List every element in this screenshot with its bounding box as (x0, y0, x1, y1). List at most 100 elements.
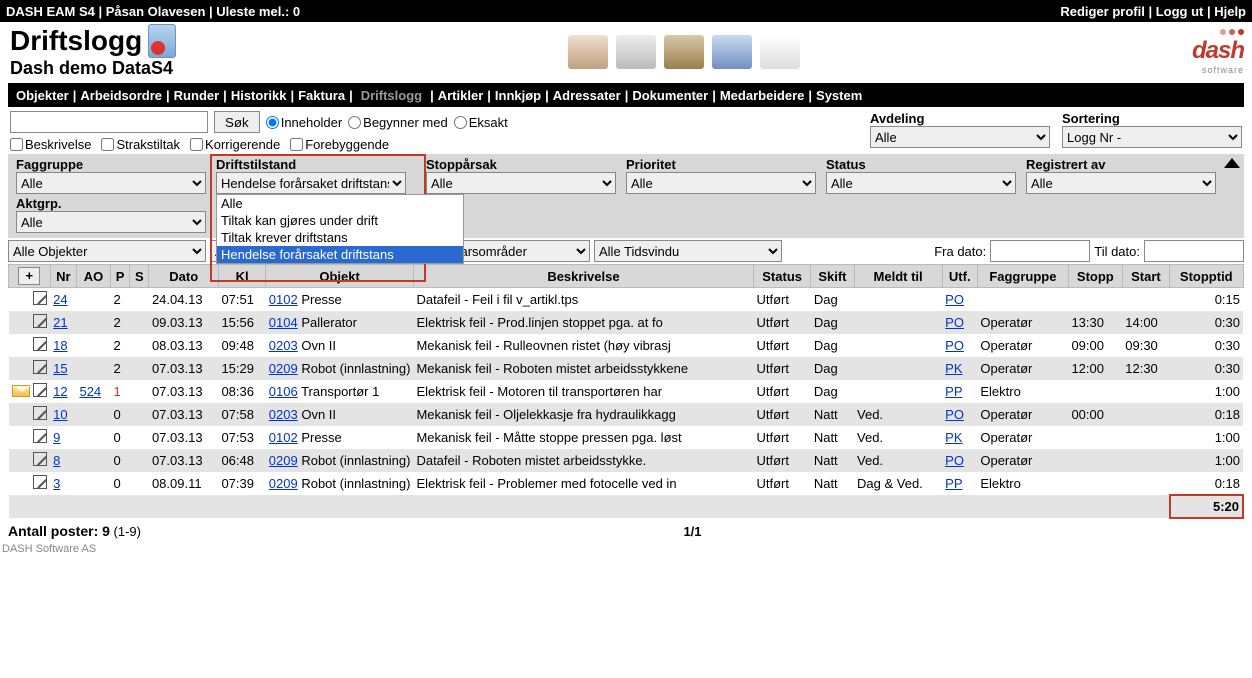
nav-arbeidsordre[interactable]: Arbeidsordre (80, 88, 162, 103)
edit-icon[interactable] (33, 475, 47, 489)
table-row[interactable]: 21209.03.1315:560104 PalleratorElektrisk… (9, 311, 1244, 334)
chk-korrigerende[interactable]: Korrigerende (190, 137, 280, 152)
th-skift[interactable]: Skift (811, 265, 854, 288)
th-beskrivelse[interactable]: Beskrivelse (413, 265, 753, 288)
tools-icon[interactable] (616, 35, 656, 69)
th-stopptid[interactable]: Stopptid (1170, 265, 1243, 288)
ao-link[interactable]: 524 (79, 384, 101, 399)
utf-link[interactable]: PO (945, 453, 964, 468)
money-icon[interactable] (712, 35, 752, 69)
status-select[interactable]: Alle (826, 172, 1016, 194)
th-start[interactable]: Start (1122, 265, 1169, 288)
fradato-input[interactable] (990, 240, 1090, 262)
th-nr[interactable]: Nr (50, 265, 76, 288)
nav-objekter[interactable]: Objekter (16, 88, 69, 103)
search-opt-begynner[interactable]: Begynner med (348, 115, 448, 130)
objekt-code-link[interactable]: 0209 (269, 361, 298, 376)
utf-link[interactable]: PK (945, 361, 962, 376)
tidsvindu-select[interactable]: Alle Tidsvindu (594, 240, 782, 262)
th-dato[interactable]: Dato (149, 265, 219, 288)
edit-icon[interactable] (33, 337, 47, 351)
nr-link[interactable]: 12 (53, 384, 67, 399)
objekt-code-link[interactable]: 0209 (269, 476, 298, 491)
objekt-code-link[interactable]: 0106 (269, 384, 298, 399)
avdeling-select[interactable]: Alle (870, 126, 1050, 148)
sortering-select[interactable]: Logg Nr - (1062, 126, 1242, 148)
objekt-code-link[interactable]: 0203 (269, 338, 298, 353)
nr-link[interactable]: 21 (53, 315, 67, 330)
nav-historikk[interactable]: Historikk (231, 88, 287, 103)
drift-opt-forarsaket-stans[interactable]: Hendelse forårsaket driftstans (217, 246, 463, 263)
th-kl[interactable]: Kl (218, 265, 265, 288)
th-meldt[interactable]: Meldt til (854, 265, 942, 288)
table-row[interactable]: 10007.03.1307:580203 Ovn IIMekanisk feil… (9, 403, 1244, 426)
nav-innkjop[interactable]: Innkjøp (495, 88, 541, 103)
th-faggruppe[interactable]: Faggruppe (977, 265, 1068, 288)
prioritet-select[interactable]: Alle (626, 172, 816, 194)
table-row[interactable]: 3008.09.1107:390209 Robot (innlastning)E… (9, 472, 1244, 495)
th-status[interactable]: Status (753, 265, 810, 288)
edit-icon[interactable] (33, 314, 47, 328)
utf-link[interactable]: PO (945, 292, 964, 307)
table-row[interactable]: 18208.03.1309:480203 Ovn IIMekanisk feil… (9, 334, 1244, 357)
search-opt-inneholder[interactable]: Inneholder (266, 115, 342, 130)
users-icon[interactable] (568, 35, 608, 69)
th-objekt[interactable]: Objekt (266, 265, 414, 288)
nav-driftslogg[interactable]: Driftslogg (357, 88, 426, 103)
topbar-right[interactable]: Rediger profil | Logg ut | Hjelp (1060, 4, 1246, 19)
nav-dokumenter[interactable]: Dokumenter (632, 88, 708, 103)
utf-link[interactable]: PO (945, 407, 964, 422)
objekt-code-link[interactable]: 0102 (269, 292, 298, 307)
edit-icon[interactable] (33, 429, 47, 443)
search-button[interactable]: Søk (214, 111, 260, 133)
objekt-code-link[interactable]: 0104 (269, 315, 298, 330)
chk-beskrivelse[interactable]: Beskrivelse (10, 137, 91, 152)
utf-link[interactable]: PO (945, 338, 964, 353)
nr-link[interactable]: 24 (53, 292, 67, 307)
table-row[interactable]: 24224.04.1307:510102 PresseDatafeil - Fe… (9, 288, 1244, 312)
drift-opt-krever-stans[interactable]: Tiltak krever driftstans (217, 229, 463, 246)
chk-forebyggende[interactable]: Forebyggende (290, 137, 389, 152)
nr-link[interactable]: 3 (53, 476, 60, 491)
nr-link[interactable]: 9 (53, 430, 60, 445)
th-ao[interactable]: AO (76, 265, 110, 288)
edit-icon[interactable] (33, 383, 47, 397)
nav-medarbeidere[interactable]: Medarbeidere (720, 88, 805, 103)
driftstilstand-select[interactable]: Hendelse forårsaket driftstans (216, 172, 406, 194)
drift-opt-under-drift[interactable]: Tiltak kan gjøres under drift (217, 212, 463, 229)
objekt-code-link[interactable]: 0209 (269, 453, 298, 468)
chk-strakstiltak[interactable]: Strakstiltak (101, 137, 180, 152)
table-row[interactable]: 8007.03.1306:480209 Robot (innlastning)D… (9, 449, 1244, 472)
th-p[interactable]: P (110, 265, 129, 288)
clipboard-icon[interactable] (664, 35, 704, 69)
table-row[interactable]: 12524107.03.1308:360106 Transportør 1Ele… (9, 380, 1244, 403)
nav-artikler[interactable]: Artikler (438, 88, 484, 103)
search-input[interactable] (10, 111, 208, 133)
add-row-button[interactable]: + (18, 267, 40, 285)
drift-opt-alle[interactable]: Alle (217, 195, 463, 212)
stopparsak-select[interactable]: Alle (426, 172, 616, 194)
nr-link[interactable]: 18 (53, 338, 67, 353)
objekt-code-link[interactable]: 0102 (269, 430, 298, 445)
search-opt-eksakt[interactable]: Eksakt (454, 115, 508, 130)
edit-icon[interactable] (33, 291, 47, 305)
utf-link[interactable]: PP (945, 476, 962, 491)
registrertav-select[interactable]: Alle (1026, 172, 1216, 194)
collapse-up-icon[interactable] (1224, 158, 1240, 168)
edit-icon[interactable] (33, 406, 47, 420)
utf-link[interactable]: PK (945, 430, 962, 445)
table-row[interactable]: 9007.03.1307:530102 PresseMekanisk feil … (9, 426, 1244, 449)
nav-runder[interactable]: Runder (174, 88, 220, 103)
th-stopp[interactable]: Stopp (1068, 265, 1122, 288)
table-row[interactable]: 15207.03.1315:290209 Robot (innlastning)… (9, 357, 1244, 380)
nav-system[interactable]: System (816, 88, 862, 103)
utf-link[interactable]: PP (945, 384, 962, 399)
tildato-input[interactable] (1144, 240, 1244, 262)
objekter-select[interactable]: Alle Objekter (8, 240, 206, 262)
nr-link[interactable]: 10 (53, 407, 67, 422)
objekt-code-link[interactable]: 0203 (269, 407, 298, 422)
th-utf[interactable]: Utf. (942, 265, 977, 288)
nr-link[interactable]: 15 (53, 361, 67, 376)
utf-link[interactable]: PO (945, 315, 964, 330)
mail-icon[interactable] (760, 35, 800, 69)
